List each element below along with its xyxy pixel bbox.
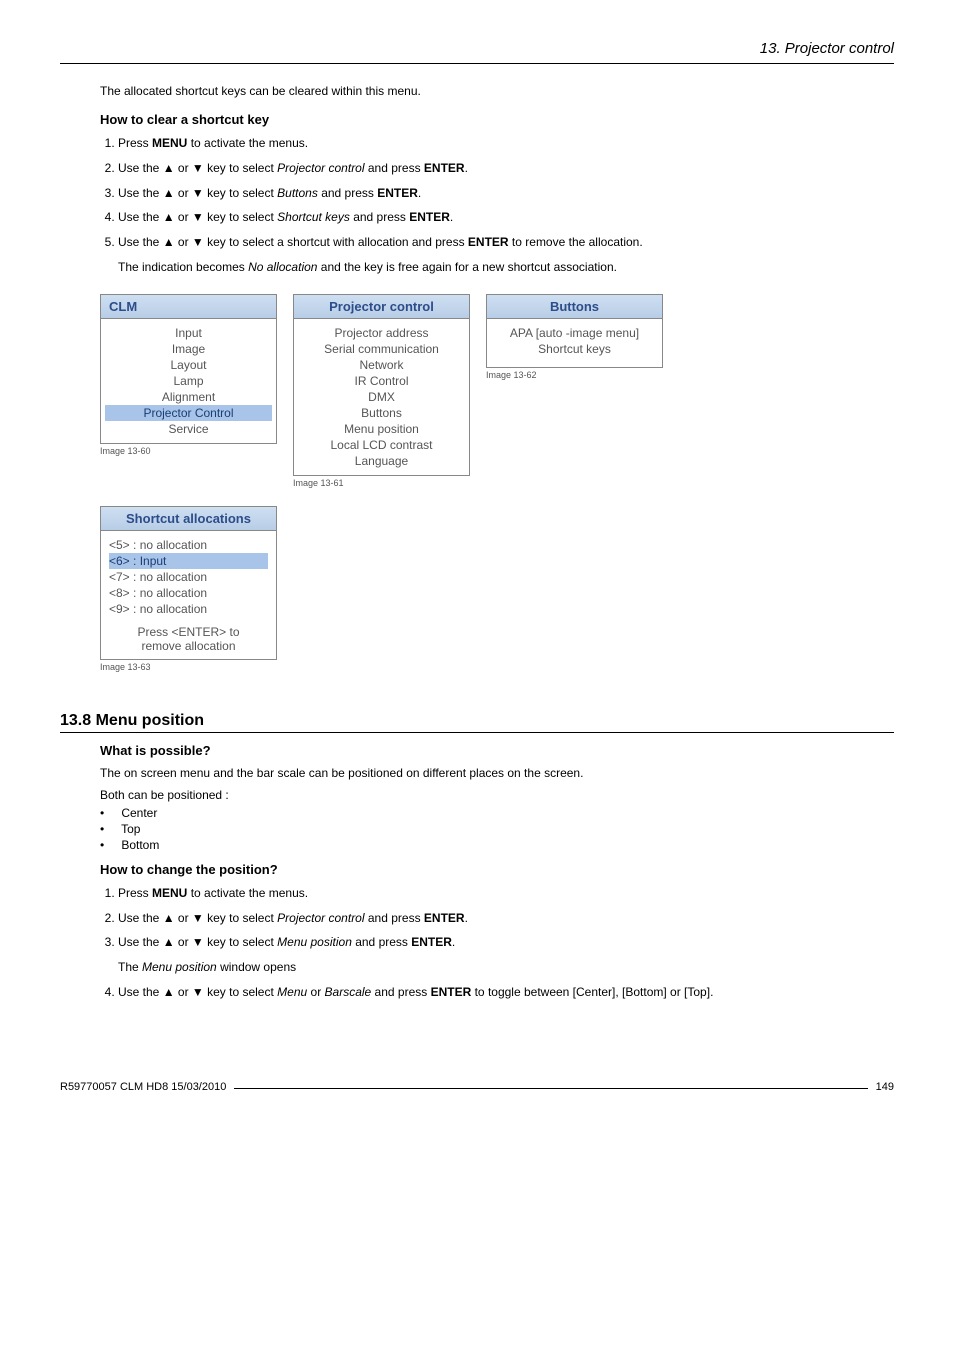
what-possible-text: The on screen menu and the bar scale can… <box>100 766 894 780</box>
menu-projcontrol-title: Projector control <box>294 295 469 319</box>
footer-rule <box>234 1088 867 1089</box>
menu-buttons: Buttons APA [auto -image menu]Shortcut k… <box>486 294 663 368</box>
bullet-item: Bottom <box>100 838 894 852</box>
menu-item: Input <box>105 325 272 341</box>
menu-item: IR Control <box>298 373 465 389</box>
menu-item: Buttons <box>298 405 465 421</box>
menu-clm: CLM InputImageLayoutLampAlignmentProject… <box>100 294 277 444</box>
caption-1361: Image 13-61 <box>293 478 470 488</box>
caption-1363: Image 13-63 <box>100 662 275 672</box>
menu-item: Shortcut keys <box>491 341 658 357</box>
menu-item: Language <box>298 453 465 469</box>
menu-item: Serial communication <box>298 341 465 357</box>
menu-item: DMX <box>298 389 465 405</box>
caption-1362: Image 13-62 <box>486 370 663 380</box>
page-footer: R59770057 CLM HD8 15/03/2010 149 <box>60 1081 894 1093</box>
shortcut-footer: Press <ENTER> to <box>109 625 268 639</box>
how-clear-steps: Press MENU to activate the menus. Use th… <box>100 135 894 276</box>
section-rule <box>60 732 894 733</box>
how-clear-heading: How to clear a shortcut key <box>100 112 894 127</box>
menu-item: Projector Control <box>105 405 272 421</box>
intro-text: The allocated shortcut keys can be clear… <box>100 84 894 98</box>
menu-shortcut-title: Shortcut allocations <box>101 507 276 531</box>
menu-shortcut-allocations: Shortcut allocations <5> : no allocation… <box>100 506 277 660</box>
step-4: Use the ▲ or ▼ key to select Shortcut ke… <box>118 209 894 226</box>
menu-item: Local LCD contrast <box>298 437 465 453</box>
footer-page: 149 <box>876 1081 894 1093</box>
shortcut-row: <7> : no allocation <box>109 569 268 585</box>
how-change-steps: Press MENU to activate the menus. Use th… <box>100 885 894 1001</box>
page-header: 13. Projector control <box>60 40 894 57</box>
footer-left: R59770057 CLM HD8 15/03/2010 <box>60 1081 226 1093</box>
menu-item: Service <box>105 421 272 437</box>
menu-item: Alignment <box>105 389 272 405</box>
section-138-heading: 13.8 Menu position <box>60 712 894 730</box>
bullet-item: Top <box>100 822 894 836</box>
menu-item: APA [auto -image menu] <box>491 325 658 341</box>
step-2: Use the ▲ or ▼ key to select Projector c… <box>118 160 894 177</box>
menu-item: Menu position <box>298 421 465 437</box>
header-rule <box>60 63 894 64</box>
shortcut-row: <8> : no allocation <box>109 585 268 601</box>
change-step-4: Use the ▲ or ▼ key to select Menu or Bar… <box>118 984 894 1001</box>
menu-item: Lamp <box>105 373 272 389</box>
how-change-heading: How to change the position? <box>100 862 894 877</box>
menu-item: Projector address <box>298 325 465 341</box>
bullet-item: Center <box>100 806 894 820</box>
change-step-3: Use the ▲ or ▼ key to select Menu positi… <box>118 934 894 976</box>
menu-clm-title: CLM <box>101 295 276 319</box>
shortcut-row: <9> : no allocation <box>109 601 268 617</box>
change-step-1: Press MENU to activate the menus. <box>118 885 894 902</box>
shortcut-row: <5> : no allocation <box>109 537 268 553</box>
menu-buttons-title: Buttons <box>487 295 662 319</box>
position-bullets: Center Top Bottom <box>100 806 894 852</box>
shortcut-footer: remove allocation <box>109 639 268 653</box>
what-possible-heading: What is possible? <box>100 743 894 758</box>
shortcut-row: <6> : Input <box>109 553 268 569</box>
change-step-2: Use the ▲ or ▼ key to select Projector c… <box>118 910 894 927</box>
step-5: Use the ▲ or ▼ key to select a shortcut … <box>118 234 894 276</box>
menu-projector-control: Projector control Projector addressSeria… <box>293 294 470 476</box>
step-3: Use the ▲ or ▼ key to select Buttons and… <box>118 185 894 202</box>
step-1: Press MENU to activate the menus. <box>118 135 894 152</box>
menu-item: Image <box>105 341 272 357</box>
caption-1360: Image 13-60 <box>100 446 277 456</box>
what-possible-text2: Both can be positioned : <box>100 788 894 802</box>
menu-item: Network <box>298 357 465 373</box>
menu-item: Layout <box>105 357 272 373</box>
